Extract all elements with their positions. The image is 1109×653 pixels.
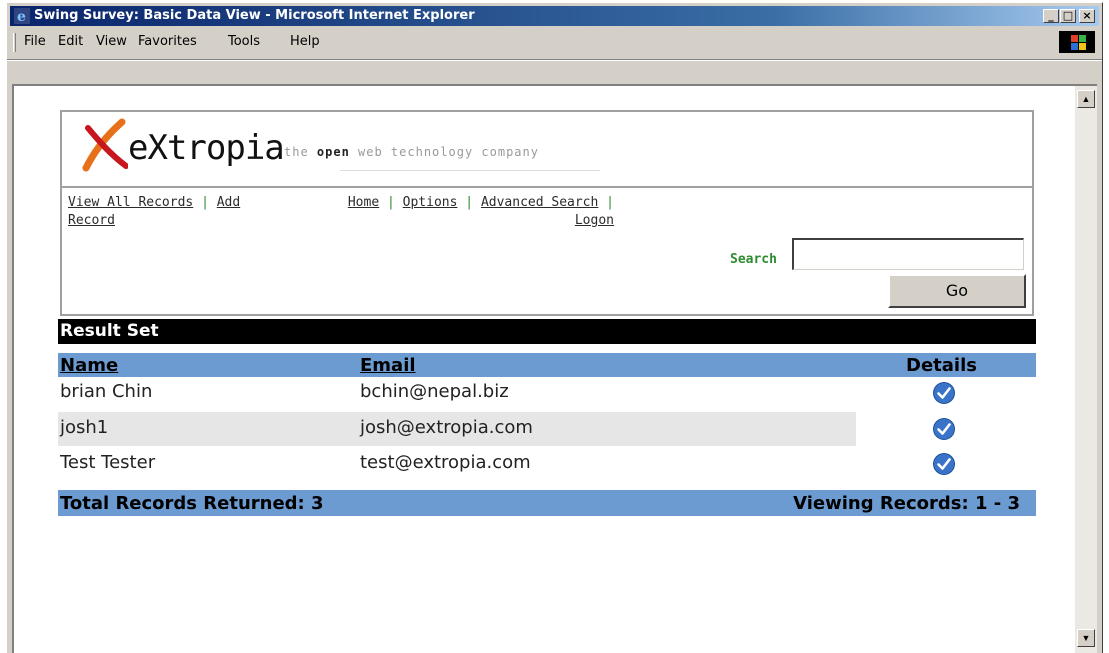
search-label: Search <box>730 252 777 267</box>
minimize-button[interactable]: _ <box>1043 9 1059 23</box>
scroll-up-arrow-icon[interactable]: ▲ <box>1077 90 1095 108</box>
scroll-down-arrow-icon[interactable]: ▼ <box>1077 629 1095 647</box>
header-divider <box>62 186 1032 188</box>
table-footer: Total Records Returned: 3 Viewing Record… <box>58 490 1036 516</box>
add-record-link-line2[interactable]: Record <box>68 213 115 228</box>
vertical-scrollbar[interactable]: ▲ ▼ <box>1075 84 1097 653</box>
check-circle-icon[interactable] <box>932 381 956 405</box>
menu-file[interactable]: File <box>24 34 46 49</box>
menu-favorites[interactable]: Favorites <box>138 34 197 49</box>
go-button[interactable]: Go <box>888 274 1026 308</box>
logo-wordmark: eXtropia <box>128 128 285 168</box>
search-input[interactable] <box>792 238 1024 270</box>
close-button[interactable]: × <box>1079 9 1095 23</box>
view-all-records-link[interactable]: View All Records <box>68 195 193 210</box>
advanced-search-link[interactable]: Advanced Search <box>481 195 598 210</box>
cell-email: test@extropia.com <box>360 452 531 473</box>
cell-email: bchin@nepal.biz <box>360 381 509 402</box>
menu-divider <box>7 59 1102 61</box>
table-row: brian Chin bchin@nepal.biz <box>58 376 1036 410</box>
tagline-underline <box>340 170 600 171</box>
cell-name: josh1 <box>60 417 109 438</box>
nav-separator: | <box>465 195 474 210</box>
check-circle-icon[interactable] <box>932 452 956 476</box>
svg-text:e: e <box>17 9 26 24</box>
menu-edit[interactable]: Edit <box>58 34 83 49</box>
windows-logo-icon <box>1059 31 1095 53</box>
menu-tools[interactable]: Tools <box>228 34 260 49</box>
add-record-link[interactable]: Add <box>217 195 240 210</box>
viewing-records-text: Viewing Records: 1 - 3 <box>793 493 1020 514</box>
menu-bar: File Edit View Favorites Tools Help <box>10 29 1099 55</box>
cell-name: Test Tester <box>60 452 156 473</box>
tagline: the open web technology company <box>284 145 539 159</box>
nav-records: View All Records | Add Record <box>68 194 240 230</box>
site-header-box: eXtropia the open web technology company… <box>60 110 1034 316</box>
nav-separator: | <box>387 195 395 210</box>
total-records-text: Total Records Returned: 3 <box>60 493 324 514</box>
table-row: Test Tester test@extropia.com <box>58 447 1036 481</box>
extropia-x-logo-icon <box>82 118 128 172</box>
cell-email: josh@extropia.com <box>360 417 533 438</box>
logon-link[interactable]: Logon <box>575 213 614 228</box>
nav-main: Home | Options | Advanced Search | Logon <box>298 194 614 230</box>
home-link[interactable]: Home <box>348 195 379 210</box>
cell-name: brian Chin <box>60 381 153 402</box>
table-header: Name Email Details <box>58 353 1036 377</box>
menu-help[interactable]: Help <box>290 34 320 49</box>
nav-separator: | <box>606 195 614 210</box>
check-circle-icon[interactable] <box>932 417 956 441</box>
result-set-title: Result Set <box>58 319 1036 344</box>
table-row: josh1 josh@extropia.com <box>58 412 1036 446</box>
window-title: Swing Survey: Basic Data View - Microsof… <box>34 8 475 23</box>
menu-grip <box>13 33 16 52</box>
maximize-button[interactable]: □ <box>1060 9 1076 23</box>
nav-separator: | <box>201 195 209 210</box>
options-link[interactable]: Options <box>403 195 458 210</box>
ie-logo-icon: e <box>14 8 30 24</box>
title-bar[interactable]: e Swing Survey: Basic Data View - Micros… <box>10 6 1099 26</box>
menu-view[interactable]: View <box>96 34 127 49</box>
